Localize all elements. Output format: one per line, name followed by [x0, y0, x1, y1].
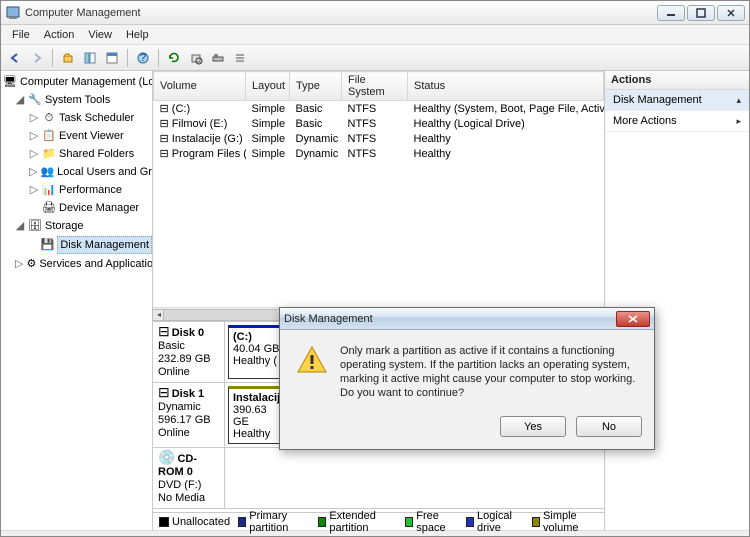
- dialog-titlebar[interactable]: Disk Management: [280, 308, 654, 330]
- warning-icon: [296, 344, 328, 376]
- button-label: No: [602, 421, 616, 433]
- no-button[interactable]: No: [576, 416, 642, 437]
- confirmation-dialog: Disk Management Only mark a partition as…: [279, 307, 655, 450]
- dialog-message: Only mark a partition as active if it co…: [340, 344, 638, 400]
- dialog-title: Disk Management: [284, 313, 373, 325]
- button-label: Yes: [524, 421, 542, 433]
- yes-button[interactable]: Yes: [500, 416, 566, 437]
- dialog-close-button[interactable]: [616, 311, 650, 327]
- modal-overlay: Disk Management Only mark a partition as…: [1, 1, 749, 536]
